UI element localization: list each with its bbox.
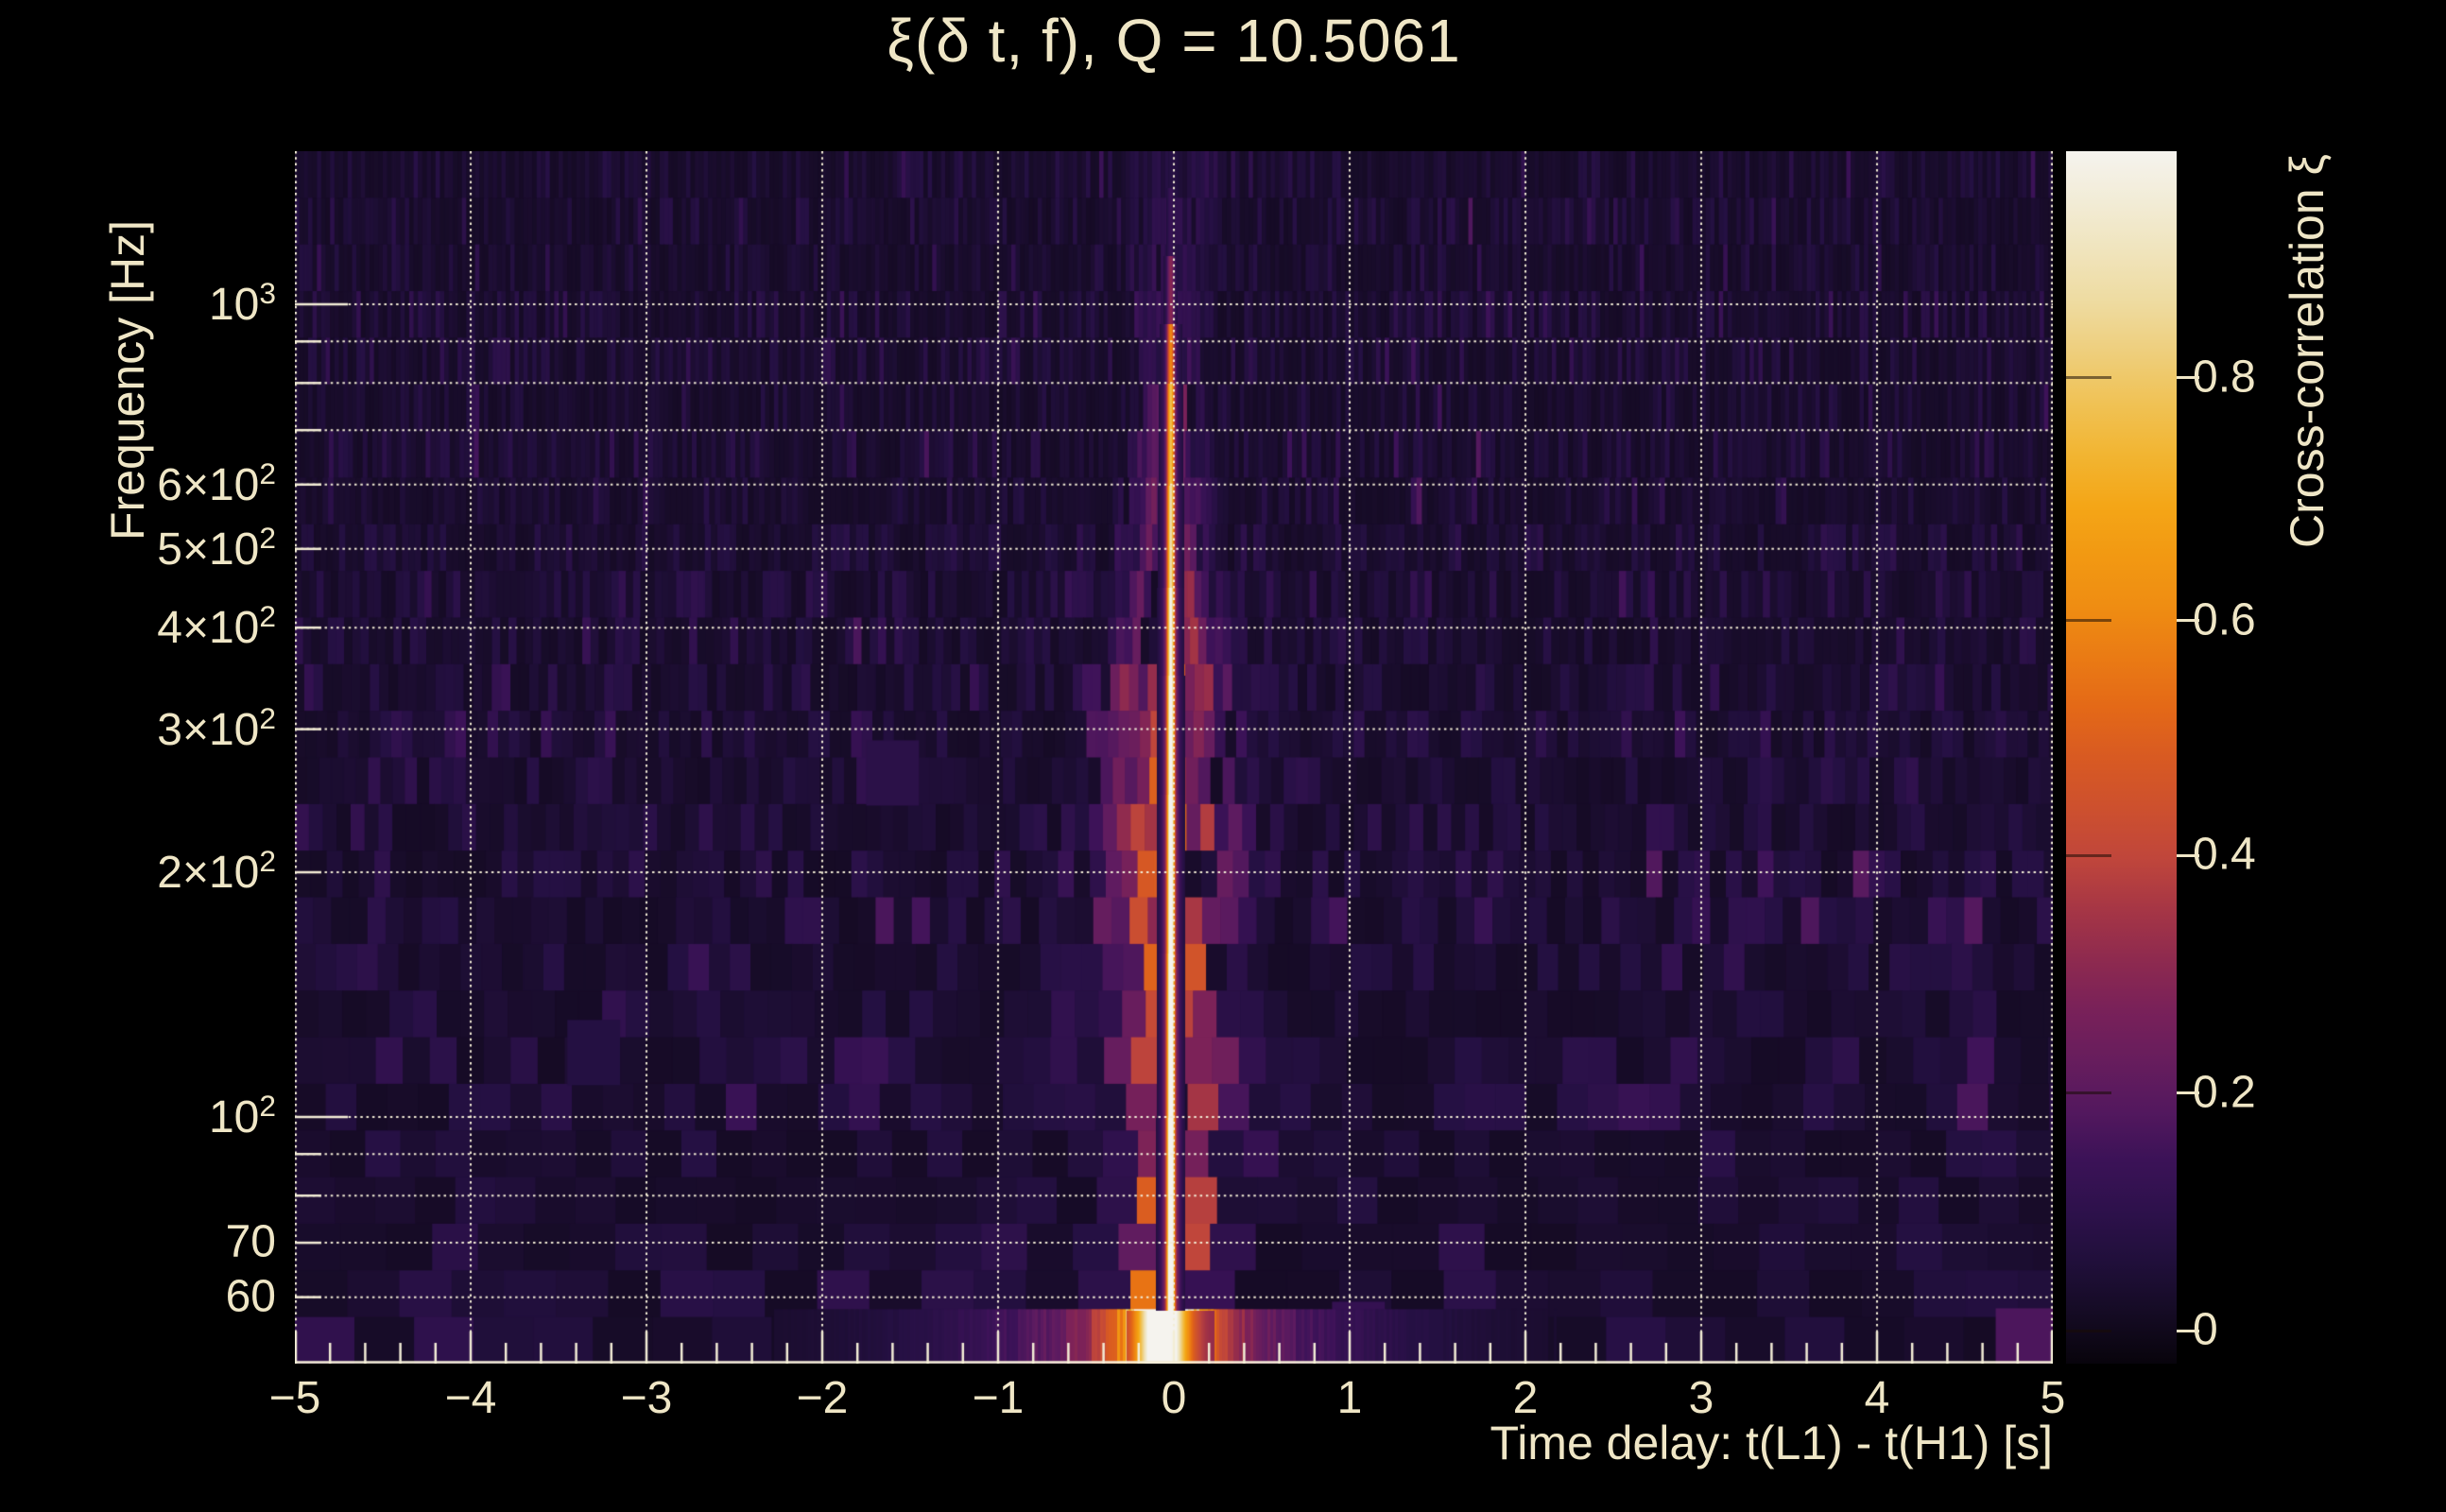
- colorbar-tick-label: 0: [2193, 1304, 2218, 1355]
- y-tick-label: 6×102: [157, 455, 276, 510]
- qscan-figure: ξ(δ t, f), Q = 10.5061 Frequency [Hz] 10…: [0, 0, 2446, 1512]
- x-axis-title: Time delay: t(L1) - t(H1) [s]: [1490, 1417, 2053, 1469]
- y-tick-label: 3×102: [157, 700, 276, 755]
- x-tick-label: −1: [972, 1373, 1025, 1423]
- heatmap-canvas: [295, 151, 2053, 1364]
- plot-title: ξ(δ t, f), Q = 10.5061: [887, 7, 1461, 75]
- y-tick-label: 70: [225, 1216, 276, 1267]
- colorbar-tick-label: 0.8: [2193, 352, 2256, 403]
- x-tick-label: −5: [268, 1373, 321, 1423]
- colorbar-tick-label: 0.2: [2193, 1067, 2256, 1118]
- x-tick-label: −3: [620, 1373, 673, 1423]
- colorbar-tick-mark: [2066, 1329, 2111, 1332]
- y-axis-title: Frequency [Hz]: [101, 219, 154, 541]
- colorbar-tick-mark: [2066, 619, 2111, 623]
- y-tick-label: 4×102: [157, 599, 276, 654]
- y-tick-label: 2×102: [157, 843, 276, 898]
- y-tick-label: 60: [225, 1271, 276, 1322]
- y-tick-label: 103: [208, 275, 276, 330]
- y-tick-label: 5×102: [157, 520, 276, 575]
- colorbar-tick-label: 0.6: [2193, 593, 2256, 644]
- colorbar-tick-mark: [2066, 853, 2111, 857]
- colorbar-tick-label: 0.4: [2193, 829, 2256, 880]
- colorbar-strip: [2066, 151, 2177, 1364]
- x-tick-label: −4: [444, 1373, 497, 1423]
- colorbar-tick-mark: [2066, 1091, 2111, 1095]
- colorbar-title: Cross-correlation ξ: [2281, 154, 2334, 548]
- y-tick-label: 102: [208, 1088, 276, 1143]
- x-tick-label: −2: [796, 1373, 849, 1423]
- colorbar-tick-mark: [2066, 376, 2111, 380]
